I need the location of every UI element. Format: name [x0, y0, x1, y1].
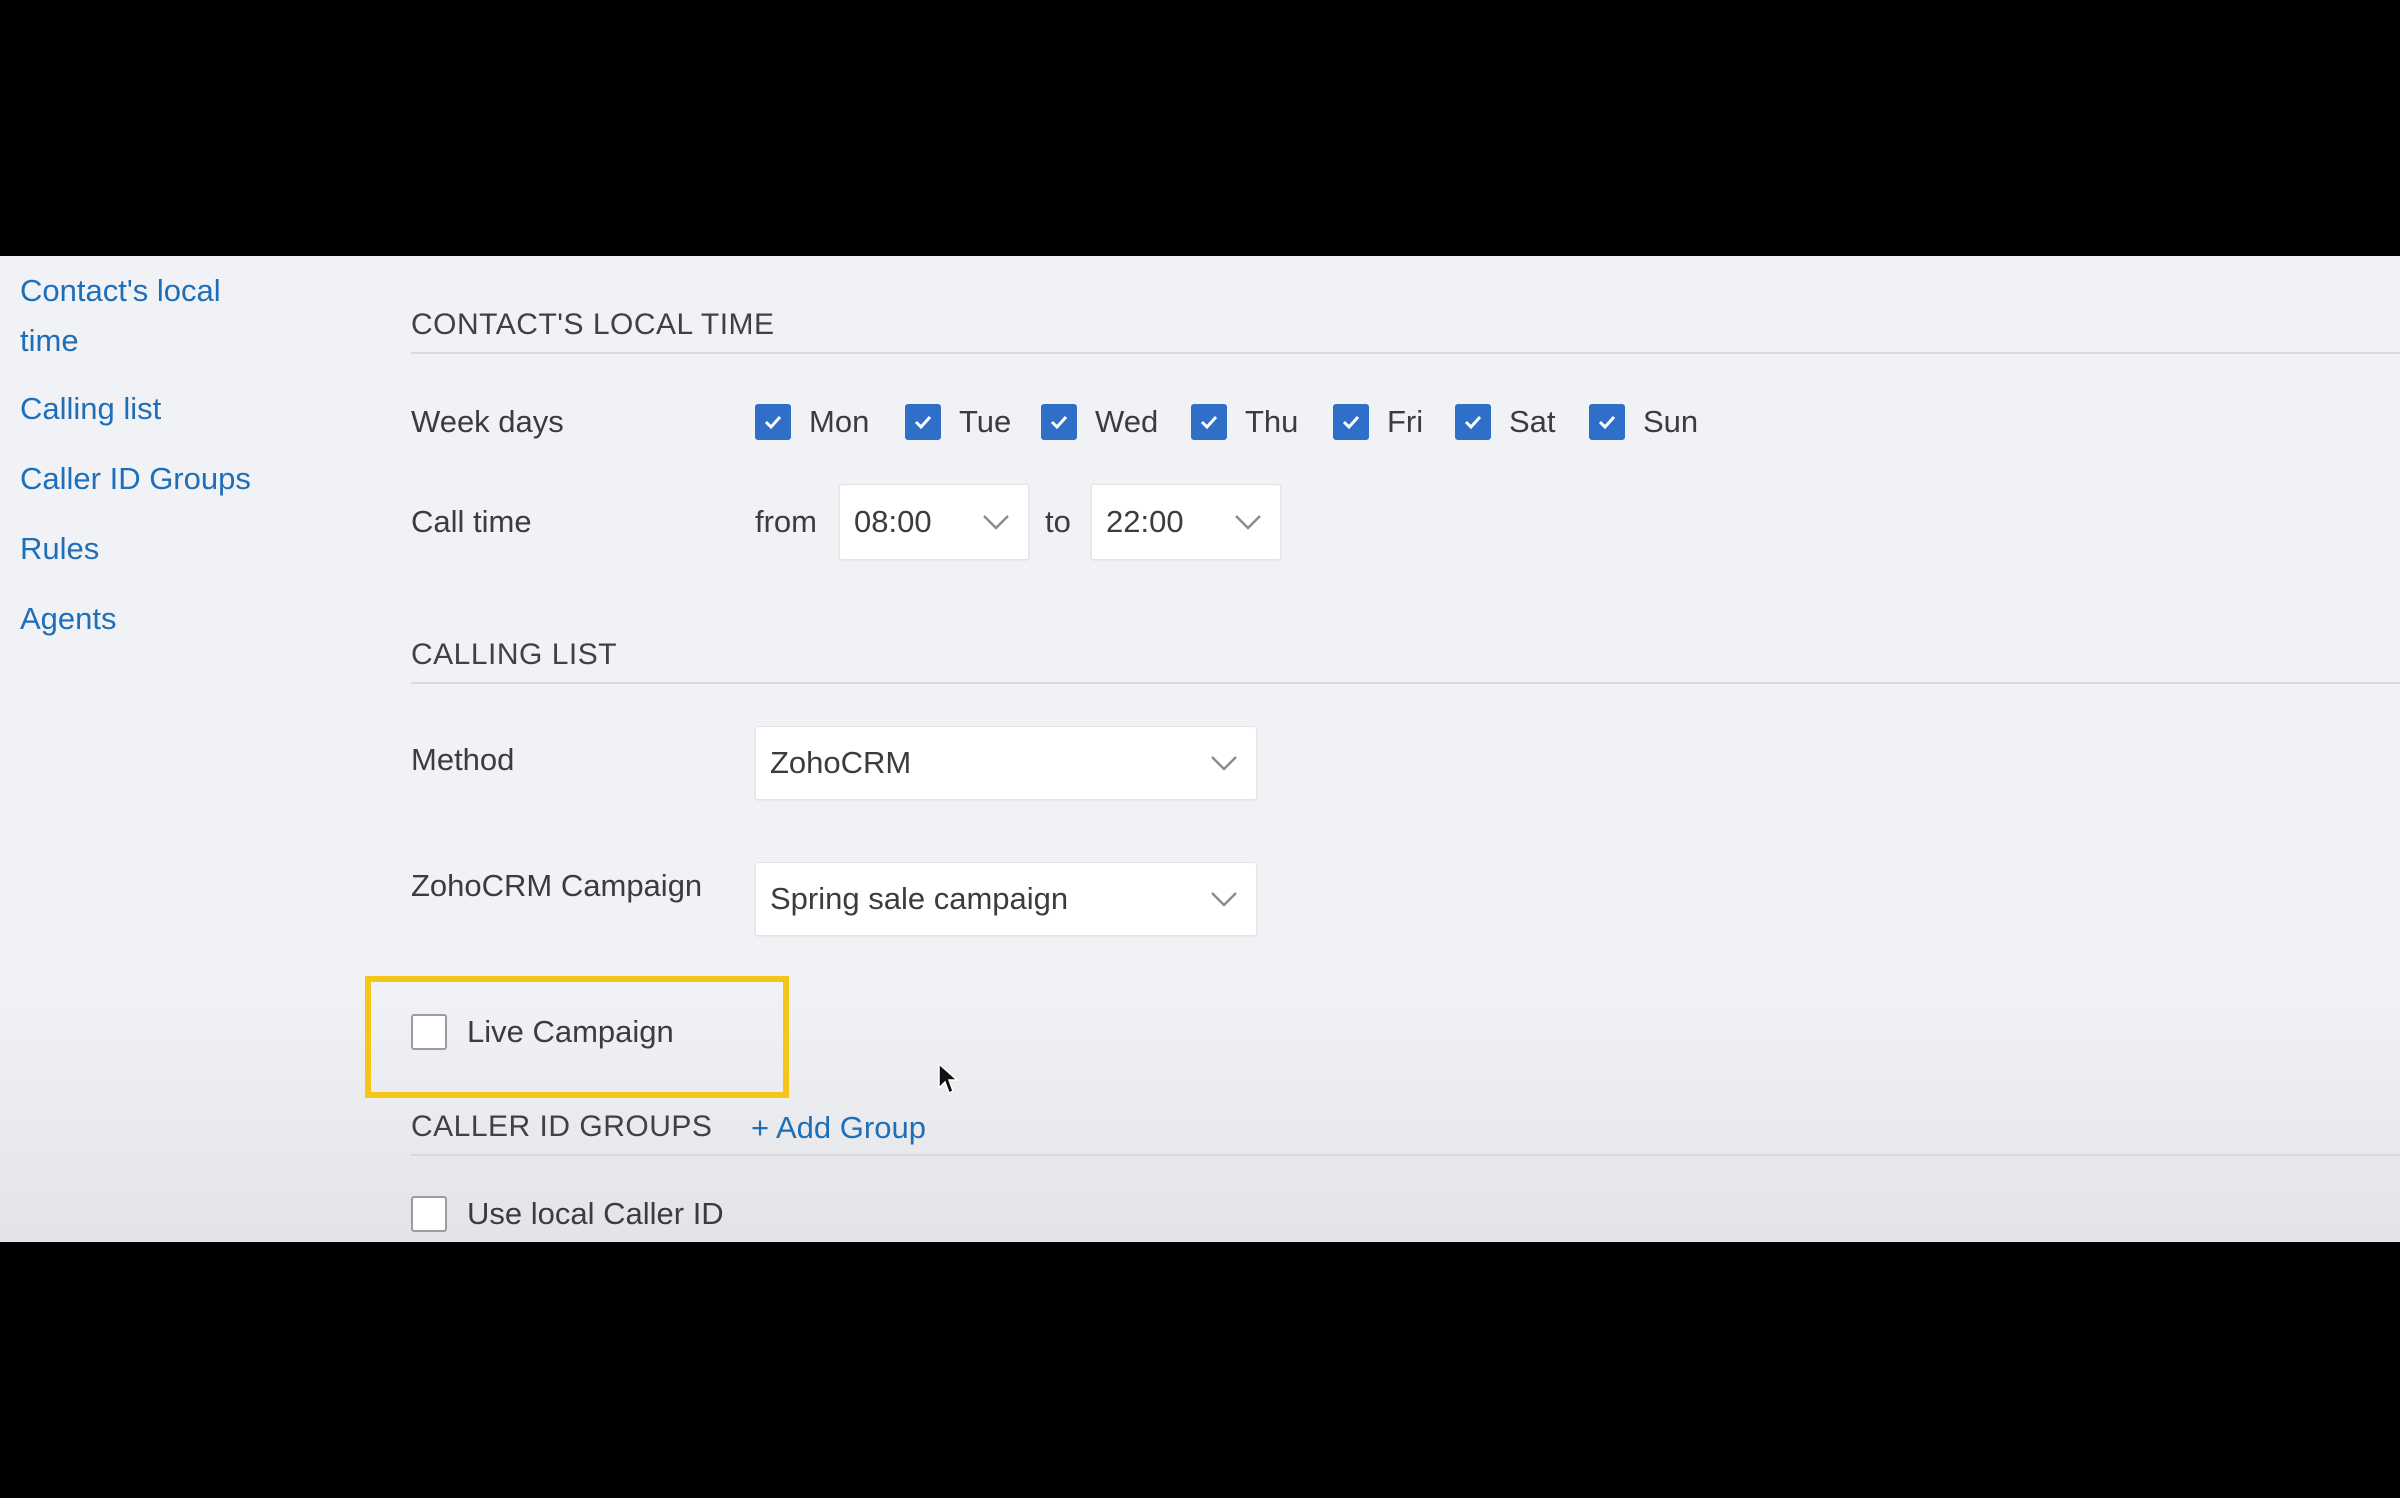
checkbox[interactable]: [1333, 404, 1369, 440]
mouse-cursor-icon: [938, 1062, 959, 1095]
check-icon: [1464, 415, 1482, 430]
sidebar-item-rules[interactable]: Rules: [20, 524, 280, 574]
call-time-from-select[interactable]: 08:00: [839, 484, 1029, 560]
day-checkbox-wed[interactable]: Wed: [1041, 402, 1158, 442]
check-icon: [914, 415, 932, 430]
chevron-down-icon: [1211, 892, 1237, 907]
check-icon: [1342, 415, 1360, 430]
day-checkbox-sun[interactable]: Sun: [1589, 402, 1698, 442]
add-group-link[interactable]: + Add Group: [751, 1110, 926, 1146]
check-icon: [1200, 415, 1218, 430]
day-label: Sat: [1509, 404, 1556, 439]
select-value: Spring sale campaign: [770, 881, 1069, 916]
day-label: Thu: [1245, 404, 1299, 439]
section-title: CALLER ID GROUPS: [411, 1110, 713, 1143]
day-checkbox-sat[interactable]: Sat: [1455, 402, 1556, 442]
method-select[interactable]: ZohoCRM: [755, 726, 1257, 800]
select-value: 22:00: [1106, 504, 1184, 539]
section-header-contacts-local-time: CONTACT'S LOCAL TIME: [411, 308, 2400, 354]
checkbox[interactable]: [1455, 404, 1491, 440]
call-time-to-select[interactable]: 22:00: [1091, 484, 1281, 560]
section-header-caller-id-groups: CALLER ID GROUPS: [411, 1110, 2400, 1156]
day-checkbox-fri[interactable]: Fri: [1333, 402, 1423, 442]
chevron-down-icon: [983, 515, 1009, 530]
day-label: Tue: [959, 404, 1012, 439]
select-value: 08:00: [854, 504, 932, 539]
sidebar-item-caller-id-groups[interactable]: Caller ID Groups: [20, 454, 280, 504]
app-screen: Contact's local time Calling list Caller…: [0, 256, 2400, 1242]
select-value: ZohoCRM: [770, 745, 912, 780]
checkbox[interactable]: [905, 404, 941, 440]
use-local-caller-id-row[interactable]: Use local Caller ID: [411, 1196, 724, 1232]
sidebar-item-agents[interactable]: Agents: [20, 594, 280, 644]
settings-panel: CONTACT'S LOCAL TIME Week days Mon Tue W…: [365, 256, 2400, 1242]
sidebar-nav: Contact's local time Calling list Caller…: [20, 266, 280, 644]
chevron-down-icon: [1235, 515, 1261, 530]
section-header-calling-list: CALLING LIST: [411, 638, 2400, 684]
check-icon: [1598, 415, 1616, 430]
zohocrm-campaign-select[interactable]: Spring sale campaign: [755, 862, 1257, 936]
sidebar-item-contacts-local-time[interactable]: Contact's local time: [20, 266, 260, 366]
use-local-caller-id-checkbox[interactable]: [411, 1196, 447, 1232]
checkbox[interactable]: [1589, 404, 1625, 440]
day-checkbox-thu[interactable]: Thu: [1191, 402, 1298, 442]
section-title: CONTACT'S LOCAL TIME: [411, 308, 775, 341]
live-campaign-label: Live Campaign: [467, 1014, 674, 1049]
day-checkbox-tue[interactable]: Tue: [905, 402, 1011, 442]
weekdays-label: Week days: [411, 404, 564, 439]
method-label: Method: [411, 742, 515, 777]
checkbox[interactable]: [1191, 404, 1227, 440]
check-icon: [1050, 415, 1068, 430]
checkbox[interactable]: [755, 404, 791, 440]
day-label: Mon: [809, 404, 870, 439]
check-icon: [764, 415, 782, 430]
from-label: from: [755, 504, 817, 539]
to-label: to: [1045, 504, 1071, 539]
live-campaign-checkbox-row[interactable]: Live Campaign: [411, 1014, 674, 1050]
section-title: CALLING LIST: [411, 638, 618, 671]
use-local-caller-id-label: Use local Caller ID: [467, 1196, 724, 1231]
day-label: Sun: [1643, 404, 1699, 439]
zohocrm-campaign-label: ZohoCRM Campaign: [411, 868, 703, 903]
day-label: Fri: [1387, 404, 1424, 439]
day-label: Wed: [1095, 404, 1159, 439]
checkbox[interactable]: [1041, 404, 1077, 440]
call-time-label: Call time: [411, 504, 532, 539]
chevron-down-icon: [1211, 756, 1237, 771]
live-campaign-checkbox[interactable]: [411, 1014, 447, 1050]
day-checkbox-mon[interactable]: Mon: [755, 402, 869, 442]
sidebar-item-calling-list[interactable]: Calling list: [20, 384, 280, 434]
